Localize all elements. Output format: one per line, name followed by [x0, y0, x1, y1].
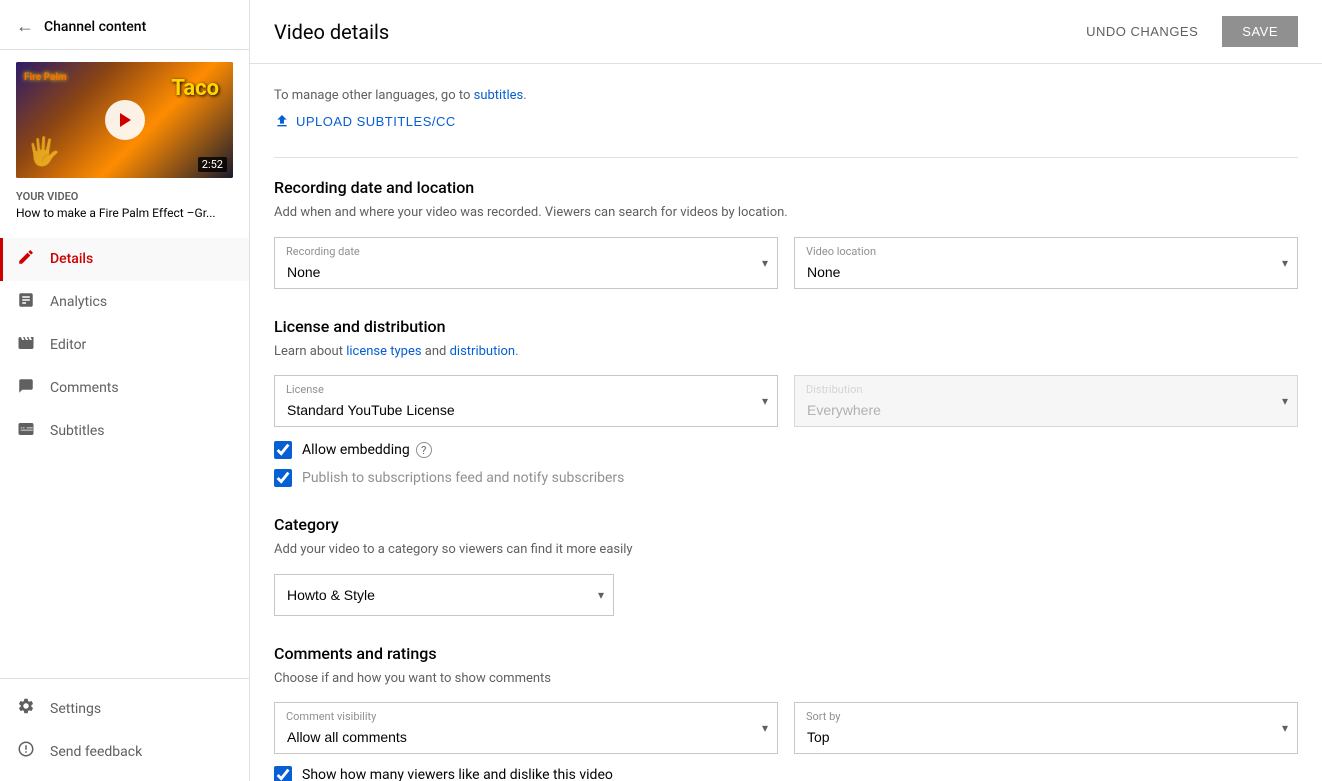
- subtitles-link[interactable]: subtitles: [474, 88, 524, 103]
- your-video-label: Your video: [16, 190, 233, 203]
- feedback-label: Send feedback: [50, 744, 142, 760]
- distribution-link[interactable]: distribution: [450, 344, 516, 359]
- allow-embedding-row: Allow embedding ?: [274, 441, 1298, 459]
- distribution-field: Distribution Everywhere ▾: [794, 375, 1298, 427]
- recording-date-label: Recording date: [286, 245, 360, 258]
- comment-visibility-label: Comment visibility: [286, 710, 376, 723]
- category-desc: Add your video to a category so viewers …: [274, 540, 1298, 560]
- allow-embedding-label: Allow embedding ?: [302, 442, 432, 458]
- comments-ratings-section: Comments and ratings Choose if and how y…: [274, 644, 1298, 781]
- sidebar-item-editor[interactable]: Editor: [0, 324, 249, 367]
- subtitles-label: Subtitles: [50, 423, 105, 439]
- sidebar-item-details[interactable]: Details: [0, 238, 249, 281]
- subtitles-icon: [16, 420, 36, 443]
- subtitles-note-section: To manage other languages, go to subtitl…: [274, 88, 1298, 129]
- sidebar-nav: Details Analytics Editor Comments Subtit…: [0, 234, 249, 678]
- license-field: License Standard YouTube License ▾: [274, 375, 778, 427]
- publish-feed-checkbox[interactable]: [274, 469, 292, 487]
- category-select[interactable]: Howto & Style: [274, 574, 614, 616]
- analytics-icon: [16, 291, 36, 314]
- page-title: Video details: [274, 20, 389, 44]
- settings-icon: [16, 697, 36, 720]
- taco-text: Taco: [171, 76, 219, 101]
- undo-changes-button[interactable]: UNDO CHANGES: [1074, 16, 1210, 47]
- divider-1: [274, 157, 1298, 158]
- license-wrapper: License Standard YouTube License ▾: [274, 375, 778, 427]
- subtitles-note: To manage other languages, go to subtitl…: [274, 88, 1298, 103]
- comment-visibility-wrapper: Comment visibility Allow all comments ▾: [274, 702, 778, 754]
- channel-content-title: Channel content: [44, 19, 146, 35]
- license-desc: Learn about license types and distributi…: [274, 342, 1298, 362]
- license-section: License and distribution Learn about lic…: [274, 317, 1298, 488]
- category-section: Category Add your video to a category so…: [274, 515, 1298, 616]
- feedback-item[interactable]: Send feedback: [0, 730, 249, 773]
- editor-label: Editor: [50, 337, 86, 353]
- sidebar-item-comments[interactable]: Comments: [0, 367, 249, 410]
- header-actions: UNDO CHANGES SAVE: [1074, 16, 1298, 47]
- show-likes-row: Show how many viewers like and dislike t…: [274, 766, 1298, 781]
- comments-icon: [16, 377, 36, 400]
- sidebar-item-subtitles[interactable]: Subtitles: [0, 410, 249, 453]
- recording-date-wrapper: Recording date None ▾: [274, 237, 778, 289]
- video-duration: 2:52: [198, 157, 227, 172]
- sidebar-bottom: Settings Send feedback: [0, 678, 249, 781]
- settings-label: Settings: [50, 701, 101, 717]
- license-label: License: [286, 383, 324, 396]
- video-name: How to make a Fire Palm Effect –Gr...: [16, 205, 233, 222]
- distribution-wrapper: Distribution Everywhere ▾: [794, 375, 1298, 427]
- comments-nav-label: Comments: [50, 380, 119, 396]
- back-button[interactable]: ←: [16, 16, 34, 37]
- publish-feed-row: Publish to subscriptions feed and notify…: [274, 469, 1298, 487]
- publish-feed-label: Publish to subscriptions feed and notify…: [302, 470, 624, 486]
- recording-date-field: Recording date None ▾: [274, 237, 778, 289]
- sort-by-label: Sort by: [806, 710, 840, 723]
- show-likes-label: Show how many viewers like and dislike t…: [302, 767, 613, 781]
- sidebar: ← Channel content Fire Palm Taco 🖐️ 2:52…: [0, 0, 250, 781]
- license-select[interactable]: Standard YouTube License: [274, 375, 778, 427]
- license-title: License and distribution: [274, 317, 1298, 336]
- allow-embedding-checkbox[interactable]: [274, 441, 292, 459]
- video-info: Your video How to make a Fire Palm Effec…: [0, 186, 249, 234]
- settings-item[interactable]: Settings: [0, 687, 249, 730]
- main-header: Video details UNDO CHANGES SAVE: [250, 0, 1322, 64]
- sidebar-header: ← Channel content: [0, 0, 249, 50]
- details-icon: [16, 248, 36, 271]
- comment-visibility-field: Comment visibility Allow all comments ▾: [274, 702, 778, 754]
- comments-desc: Choose if and how you want to show comme…: [274, 669, 1298, 689]
- sort-by-select[interactable]: Top: [794, 702, 1298, 754]
- category-field: Howto & Style ▾: [274, 574, 614, 616]
- recording-desc: Add when and where your video was record…: [274, 203, 1298, 223]
- comments-title: Comments and ratings: [274, 644, 1298, 663]
- main-content: Video details UNDO CHANGES SAVE To manag…: [250, 0, 1322, 781]
- save-button[interactable]: SAVE: [1222, 16, 1298, 47]
- sort-by-field: Sort by Top ▾: [794, 702, 1298, 754]
- upload-subtitles-button[interactable]: UPLOAD SUBTITLES/CC: [274, 113, 456, 129]
- editor-icon: [16, 334, 36, 357]
- license-fields: License Standard YouTube License ▾ Distr…: [274, 375, 1298, 427]
- show-likes-checkbox[interactable]: [274, 766, 292, 781]
- distribution-select[interactable]: Everywhere: [794, 375, 1298, 427]
- video-location-wrapper: Video location None ▾: [794, 237, 1298, 289]
- video-location-field: Video location None ▾: [794, 237, 1298, 289]
- feedback-icon: [16, 740, 36, 763]
- recording-fields: Recording date None ▾ Video location Non…: [274, 237, 1298, 289]
- video-preview: Fire Palm Taco 🖐️ 2:52: [16, 62, 233, 178]
- category-title: Category: [274, 515, 1298, 534]
- recording-section: Recording date and location Add when and…: [274, 178, 1298, 289]
- video-location-label: Video location: [806, 245, 876, 258]
- play-icon: [105, 100, 145, 140]
- details-label: Details: [50, 251, 70, 267]
- recording-title: Recording date and location: [274, 178, 1298, 197]
- category-wrapper: Howto & Style ▾: [274, 574, 614, 616]
- content-area: To manage other languages, go to subtitl…: [250, 64, 1322, 781]
- sort-by-wrapper: Sort by Top ▾: [794, 702, 1298, 754]
- hand-icon: 🖐️: [26, 135, 61, 168]
- sidebar-item-analytics[interactable]: Analytics: [0, 281, 249, 324]
- license-types-link[interactable]: license types: [346, 344, 421, 359]
- comments-fields-row: Comment visibility Allow all comments ▾ …: [274, 702, 1298, 754]
- analytics-label: Analytics: [50, 294, 107, 310]
- allow-embedding-help-icon[interactable]: ?: [416, 442, 432, 458]
- fire-palm-text: Fire Palm: [24, 72, 67, 83]
